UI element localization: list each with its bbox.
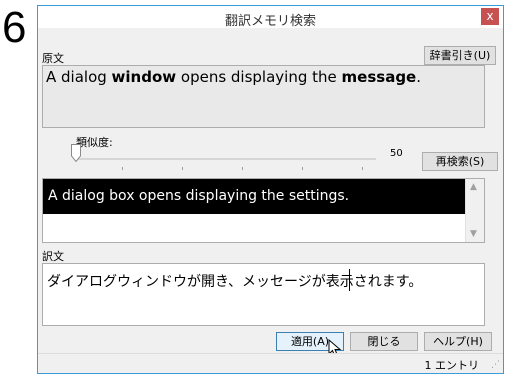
resize-grip-icon[interactable]: ⋰ bbox=[491, 360, 500, 370]
scroll-up-icon[interactable]: ▲ bbox=[470, 182, 477, 192]
slider-tick bbox=[122, 167, 123, 170]
translation-memory-search-dialog: 翻訳メモリ検索 x 原文 辞書引き(U) A dialog window ope… bbox=[37, 5, 504, 374]
similarity-slider-thumb[interactable] bbox=[71, 144, 81, 162]
text-cursor bbox=[349, 269, 350, 291]
slider-tick bbox=[362, 167, 363, 170]
target-label: 訳文 bbox=[42, 250, 64, 263]
similarity-slider-track[interactable] bbox=[76, 158, 376, 160]
source-label: 原文 bbox=[42, 52, 64, 65]
result-item-text: A dialog box opens displaying the settin… bbox=[48, 188, 350, 204]
source-text-part: window bbox=[111, 68, 177, 86]
list-item-selected[interactable]: A dialog box opens displaying the settin… bbox=[43, 179, 466, 214]
research-button[interactable]: 再検索(S) bbox=[422, 152, 498, 171]
close-icon[interactable]: x bbox=[481, 8, 499, 25]
title-bar[interactable]: 翻訳メモリ検索 x bbox=[38, 6, 503, 29]
target-text: ダイアログウィンドウが開き、メッセージが表示されます。 bbox=[47, 274, 423, 290]
window-title: 翻訳メモリ検索 bbox=[224, 14, 316, 29]
similarity-panel: 類似度: 50 bbox=[62, 130, 404, 174]
step-number: 6 bbox=[2, 3, 27, 52]
source-text-box: A dialog window opens displaying the mes… bbox=[42, 65, 485, 128]
dictionary-lookup-button[interactable]: 辞書引き(U) bbox=[424, 46, 496, 65]
vertical-scrollbar[interactable]: ▲ ▼ bbox=[465, 179, 484, 242]
slider-tick bbox=[242, 167, 243, 170]
close-button[interactable]: 閉じる bbox=[350, 332, 418, 351]
source-text-part: . bbox=[416, 68, 422, 86]
target-text-box[interactable]: ダイアログウィンドウが開き、メッセージが表示されます。 bbox=[42, 263, 485, 326]
help-button[interactable]: ヘルプ(H) bbox=[424, 332, 492, 351]
scroll-down-icon[interactable]: ▼ bbox=[470, 229, 477, 239]
similarity-label: 類似度: bbox=[76, 136, 113, 149]
slider-tick bbox=[182, 167, 183, 170]
slider-tick bbox=[302, 167, 303, 170]
entry-count: 1 エントリ bbox=[424, 359, 480, 372]
source-text-part: opens displaying the bbox=[176, 68, 342, 86]
similarity-value: 50 bbox=[390, 148, 403, 159]
source-text-part: A dialog bbox=[46, 68, 112, 86]
status-bar: 1 エントリ ⋰ bbox=[38, 353, 503, 373]
source-text-part: message bbox=[341, 68, 417, 86]
source-text: A dialog window opens displaying the mes… bbox=[46, 68, 421, 86]
result-list[interactable]: A dialog box opens displaying the settin… bbox=[42, 178, 485, 243]
